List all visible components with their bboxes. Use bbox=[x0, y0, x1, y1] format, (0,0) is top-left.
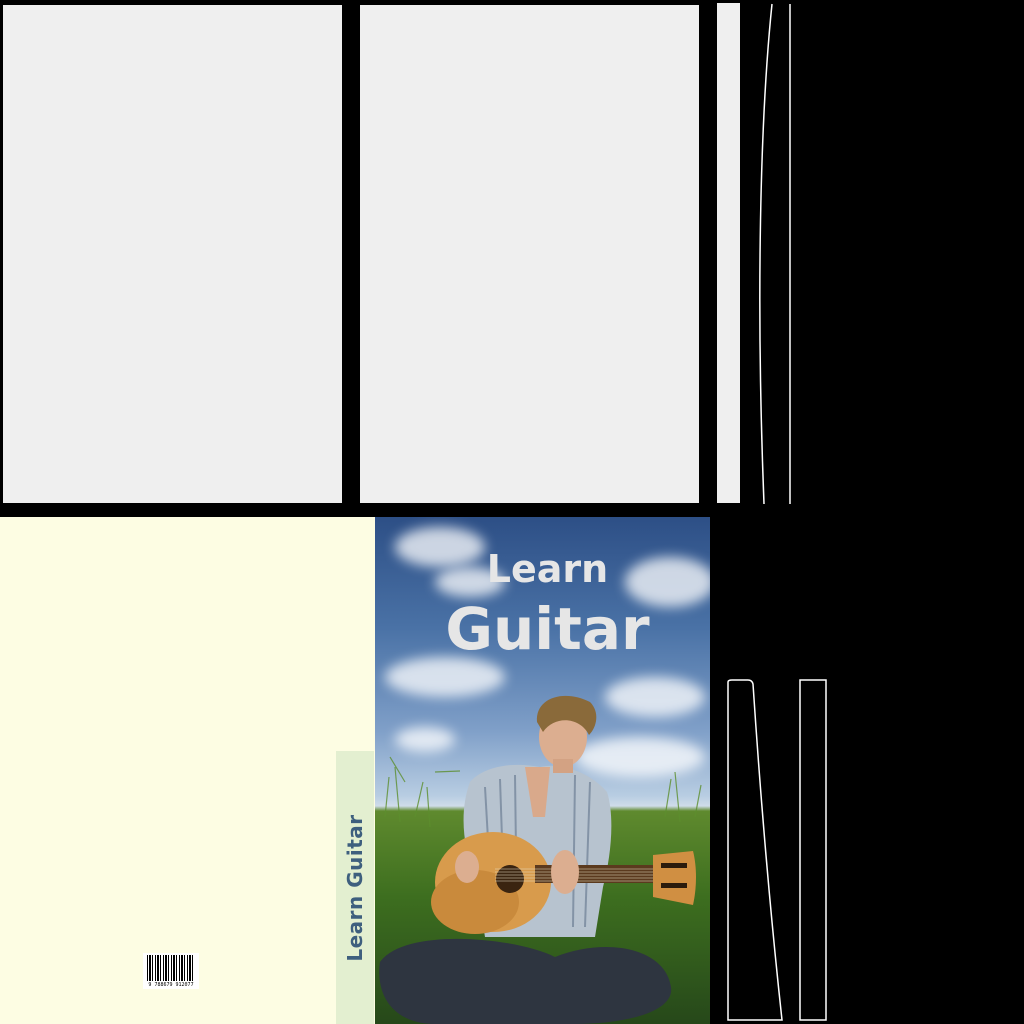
spine-panel-blank bbox=[717, 3, 740, 503]
guitarist-in-field-photo bbox=[379, 695, 702, 1024]
left-hand bbox=[551, 850, 579, 894]
barcode: 9 788679 912077 bbox=[143, 953, 199, 989]
front-cover: Learn Guitar bbox=[375, 517, 710, 1024]
right-hand bbox=[455, 851, 479, 883]
back-cover: Learn Guitar bbox=[0, 517, 375, 1024]
page-panel-right bbox=[360, 5, 699, 503]
bottom-spine-outline bbox=[727, 679, 827, 1021]
spine-title: Learn Guitar bbox=[343, 813, 367, 962]
headstock-slot bbox=[661, 883, 687, 888]
cover-title-learn: Learn bbox=[486, 547, 609, 591]
curved-outline-left bbox=[727, 679, 783, 1021]
spine-strip: Learn Guitar bbox=[336, 751, 374, 1024]
page-panel-left bbox=[3, 5, 342, 503]
neck bbox=[553, 759, 573, 773]
barcode-icon bbox=[147, 955, 195, 981]
top-spine-outline bbox=[759, 3, 791, 505]
curved-outline-left bbox=[759, 3, 773, 505]
legs bbox=[379, 938, 672, 1024]
curved-outline-right bbox=[799, 679, 827, 1021]
headstock-slot bbox=[661, 863, 687, 868]
guitar-headstock bbox=[653, 851, 696, 905]
cover-title-guitar: Guitar bbox=[445, 595, 650, 663]
barcode-digits: 9 788679 912077 bbox=[148, 982, 194, 988]
